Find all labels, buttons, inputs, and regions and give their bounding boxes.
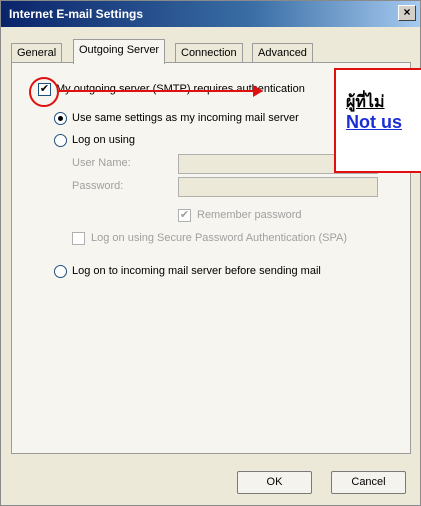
callout-link-text[interactable]: Not us [346, 112, 402, 133]
tab-advanced[interactable]: Advanced [252, 43, 313, 63]
radio-selected-dot [58, 116, 63, 121]
password-field[interactable] [178, 177, 378, 197]
tab-connection[interactable]: Connection [175, 43, 243, 63]
log-on-using-radio[interactable] [54, 134, 67, 147]
user-name-label: User Name: [72, 157, 131, 169]
annotation-arrow-head [253, 85, 263, 97]
use-same-settings-label[interactable]: Use same settings as my incoming mail se… [72, 112, 299, 124]
annotation-arrow-line [59, 90, 255, 92]
cancel-button[interactable]: Cancel [331, 471, 406, 494]
annotation-callout: ผู้ที่ไม่ Not us [334, 68, 421, 173]
close-icon: × [403, 5, 411, 19]
window-title: Internet E-mail Settings [9, 7, 144, 21]
tab-outgoing-server[interactable]: Outgoing Server [73, 39, 166, 64]
annotation-circle [29, 77, 59, 107]
internet-email-settings-dialog: Internet E-mail Settings × General Outgo… [0, 0, 421, 506]
ok-button[interactable]: OK [237, 471, 312, 494]
tab-general[interactable]: General [11, 43, 63, 63]
password-label: Password: [72, 180, 124, 192]
spa-label[interactable]: Log on using Secure Password Authenticat… [91, 232, 347, 244]
requires-auth-label[interactable]: My outgoing server (SMTP) requires authe… [56, 83, 305, 95]
close-button[interactable]: × [398, 5, 416, 21]
remember-password-checkbox[interactable]: ✔ [178, 209, 191, 222]
log-on-using-label[interactable]: Log on using [72, 134, 135, 146]
log-on-incoming-first-label[interactable]: Log on to incoming mail server before se… [72, 265, 321, 277]
use-same-settings-radio[interactable] [54, 112, 67, 125]
remember-password-label[interactable]: Remember password [197, 209, 302, 221]
title-bar: Internet E-mail Settings × [1, 1, 420, 27]
log-on-incoming-first-radio[interactable] [54, 265, 67, 278]
spa-checkbox[interactable] [72, 232, 85, 245]
